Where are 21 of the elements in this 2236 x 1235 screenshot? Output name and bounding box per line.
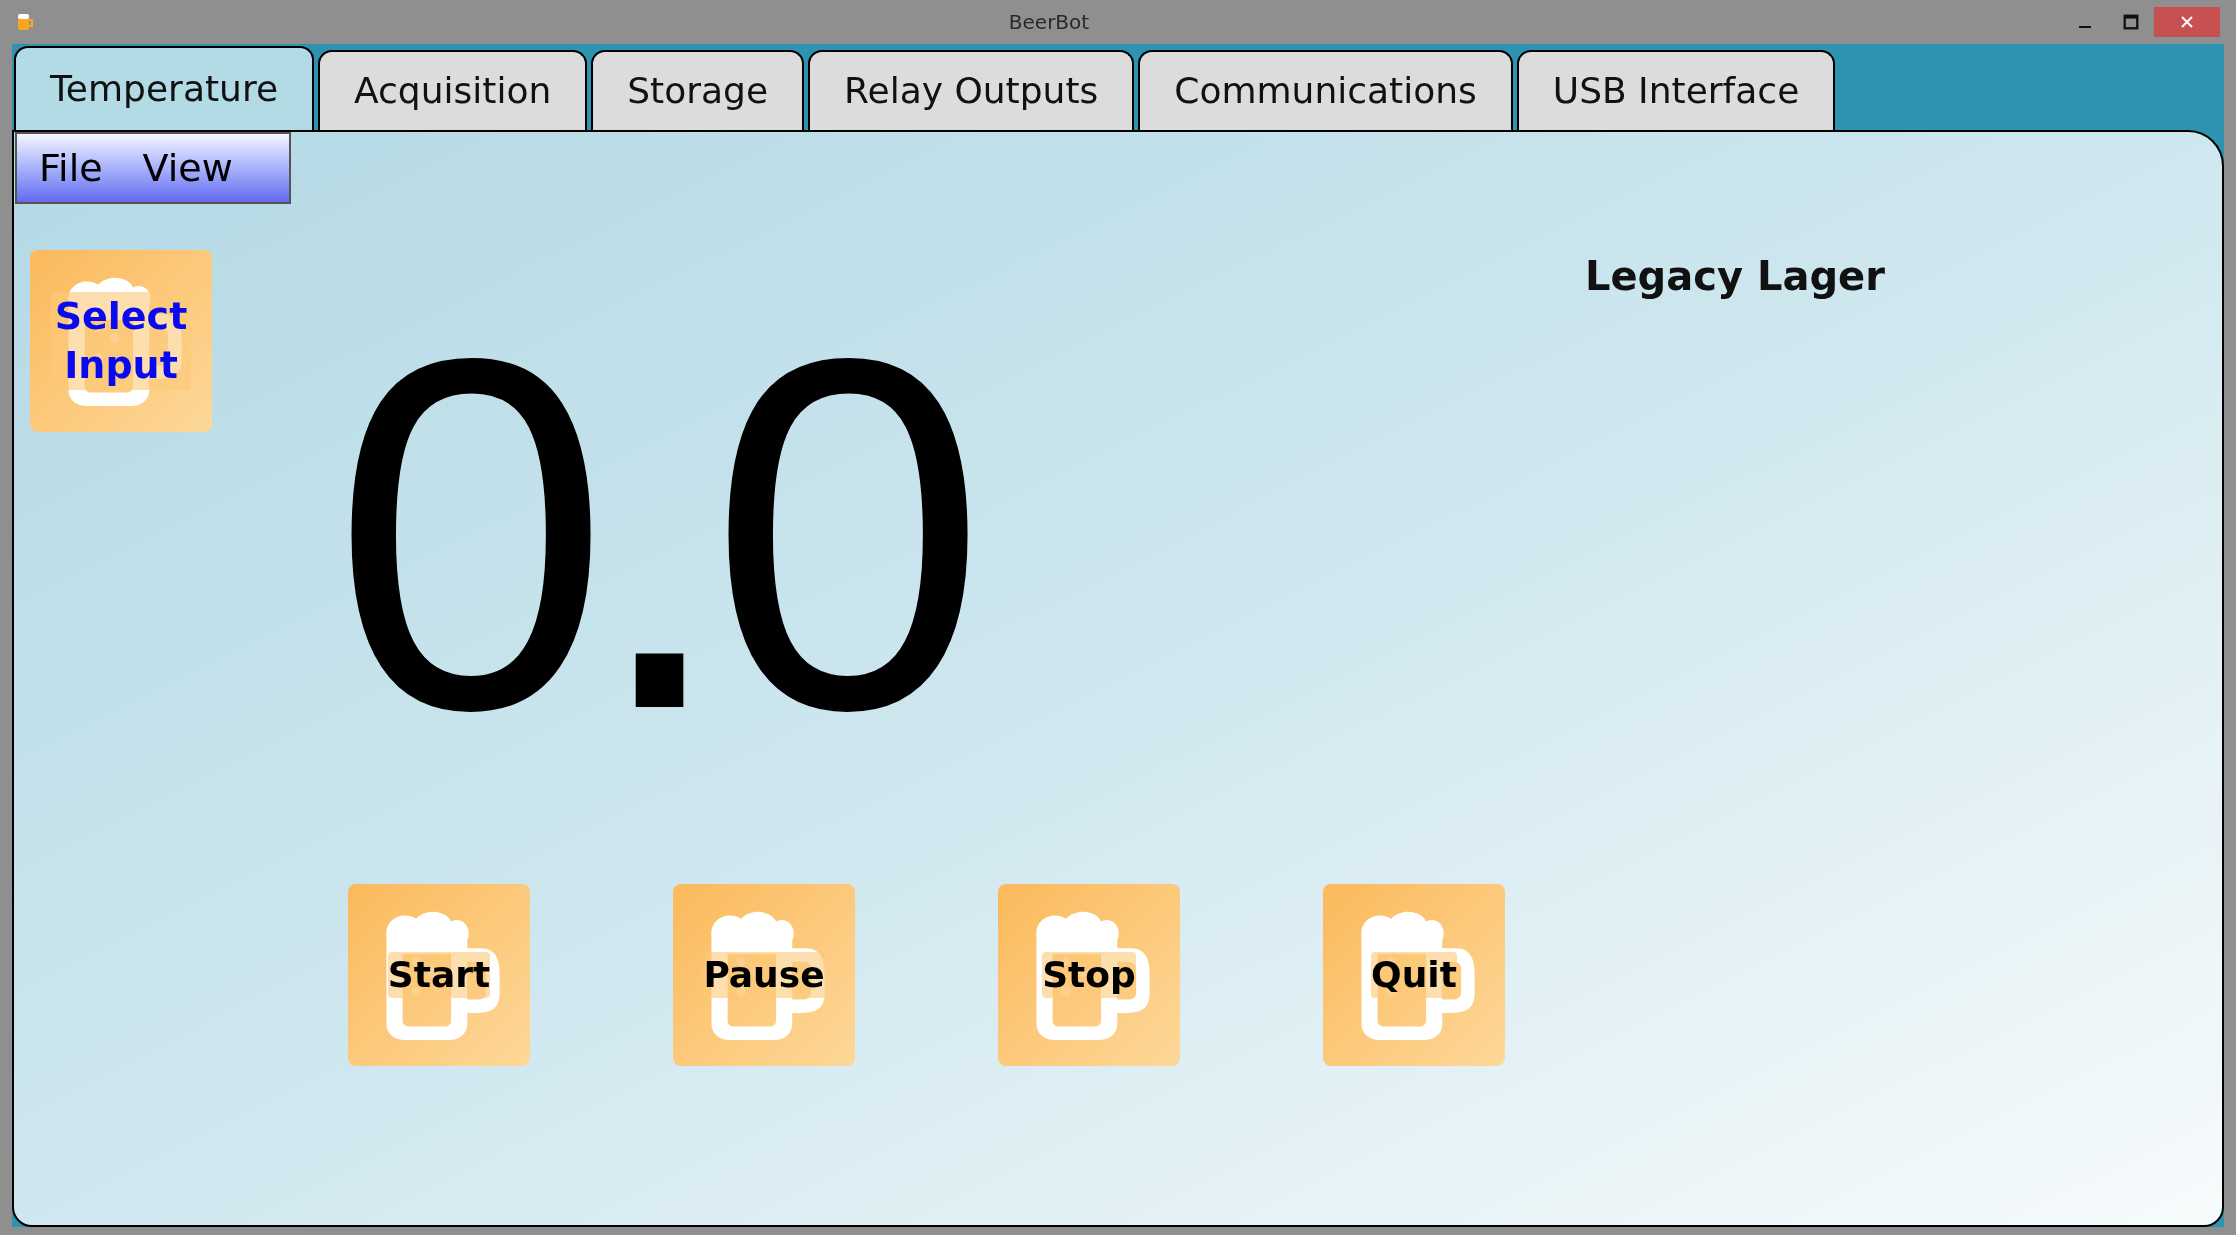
select-input-button[interactable]: Select Input — [30, 250, 212, 432]
minimize-icon — [2078, 26, 2092, 28]
tab[interactable]: Relay Outputs — [808, 50, 1135, 130]
tab[interactable]: Temperature — [14, 46, 315, 130]
mug-button[interactable]: Stop — [998, 884, 1180, 1066]
mug-button[interactable]: Pause — [673, 884, 855, 1066]
mug-button[interactable]: Start — [348, 884, 530, 1066]
close-icon — [2180, 15, 2194, 29]
tab[interactable]: Communications — [1138, 50, 1513, 130]
window-title: BeerBot — [1007, 9, 1091, 36]
tab[interactable]: Acquisition — [318, 50, 588, 130]
profile-name: Legacy Lager — [1585, 253, 1885, 299]
close-button[interactable] — [2154, 7, 2220, 37]
menu-item[interactable]: File — [39, 139, 103, 197]
mug-button[interactable]: Quit — [1323, 884, 1505, 1066]
maximize-icon — [2123, 14, 2139, 30]
tab[interactable]: USB Interface — [1516, 50, 1836, 130]
app-mug-icon — [16, 12, 36, 32]
tab[interactable]: Storage — [591, 50, 805, 130]
temperature-reading: 0.0 — [332, 284, 969, 815]
menu-item[interactable]: View — [142, 139, 233, 197]
